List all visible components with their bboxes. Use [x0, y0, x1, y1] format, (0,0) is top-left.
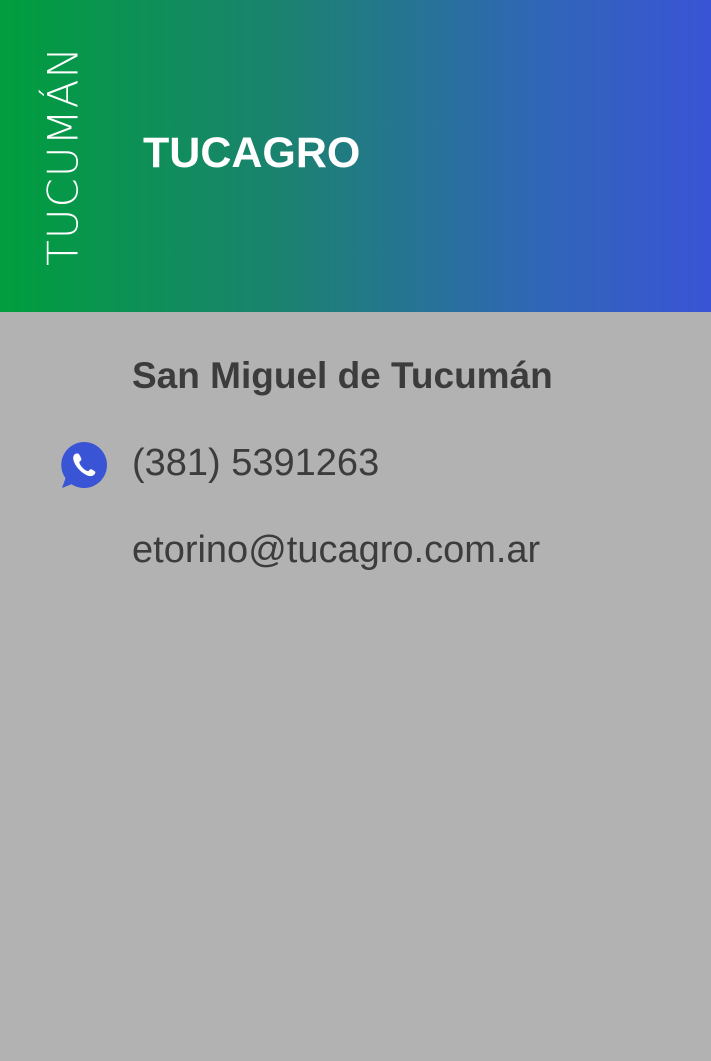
company-name: TUCAGRO [143, 129, 361, 177]
whatsapp-icon[interactable] [59, 440, 109, 490]
card-header: TUCUMÁN TUCAGRO [0, 0, 711, 312]
card-body [0, 312, 711, 1061]
phone-number[interactable]: (381) 5391263 [132, 442, 379, 485]
province-label: TUCUMÁN [38, 46, 88, 266]
contact-card: TUCUMÁN TUCAGRO San Miguel de Tucumán (3… [0, 0, 711, 1061]
email-address[interactable]: etorino@tucagro.com.ar [132, 529, 540, 572]
city-label: San Miguel de Tucumán [132, 355, 553, 396]
